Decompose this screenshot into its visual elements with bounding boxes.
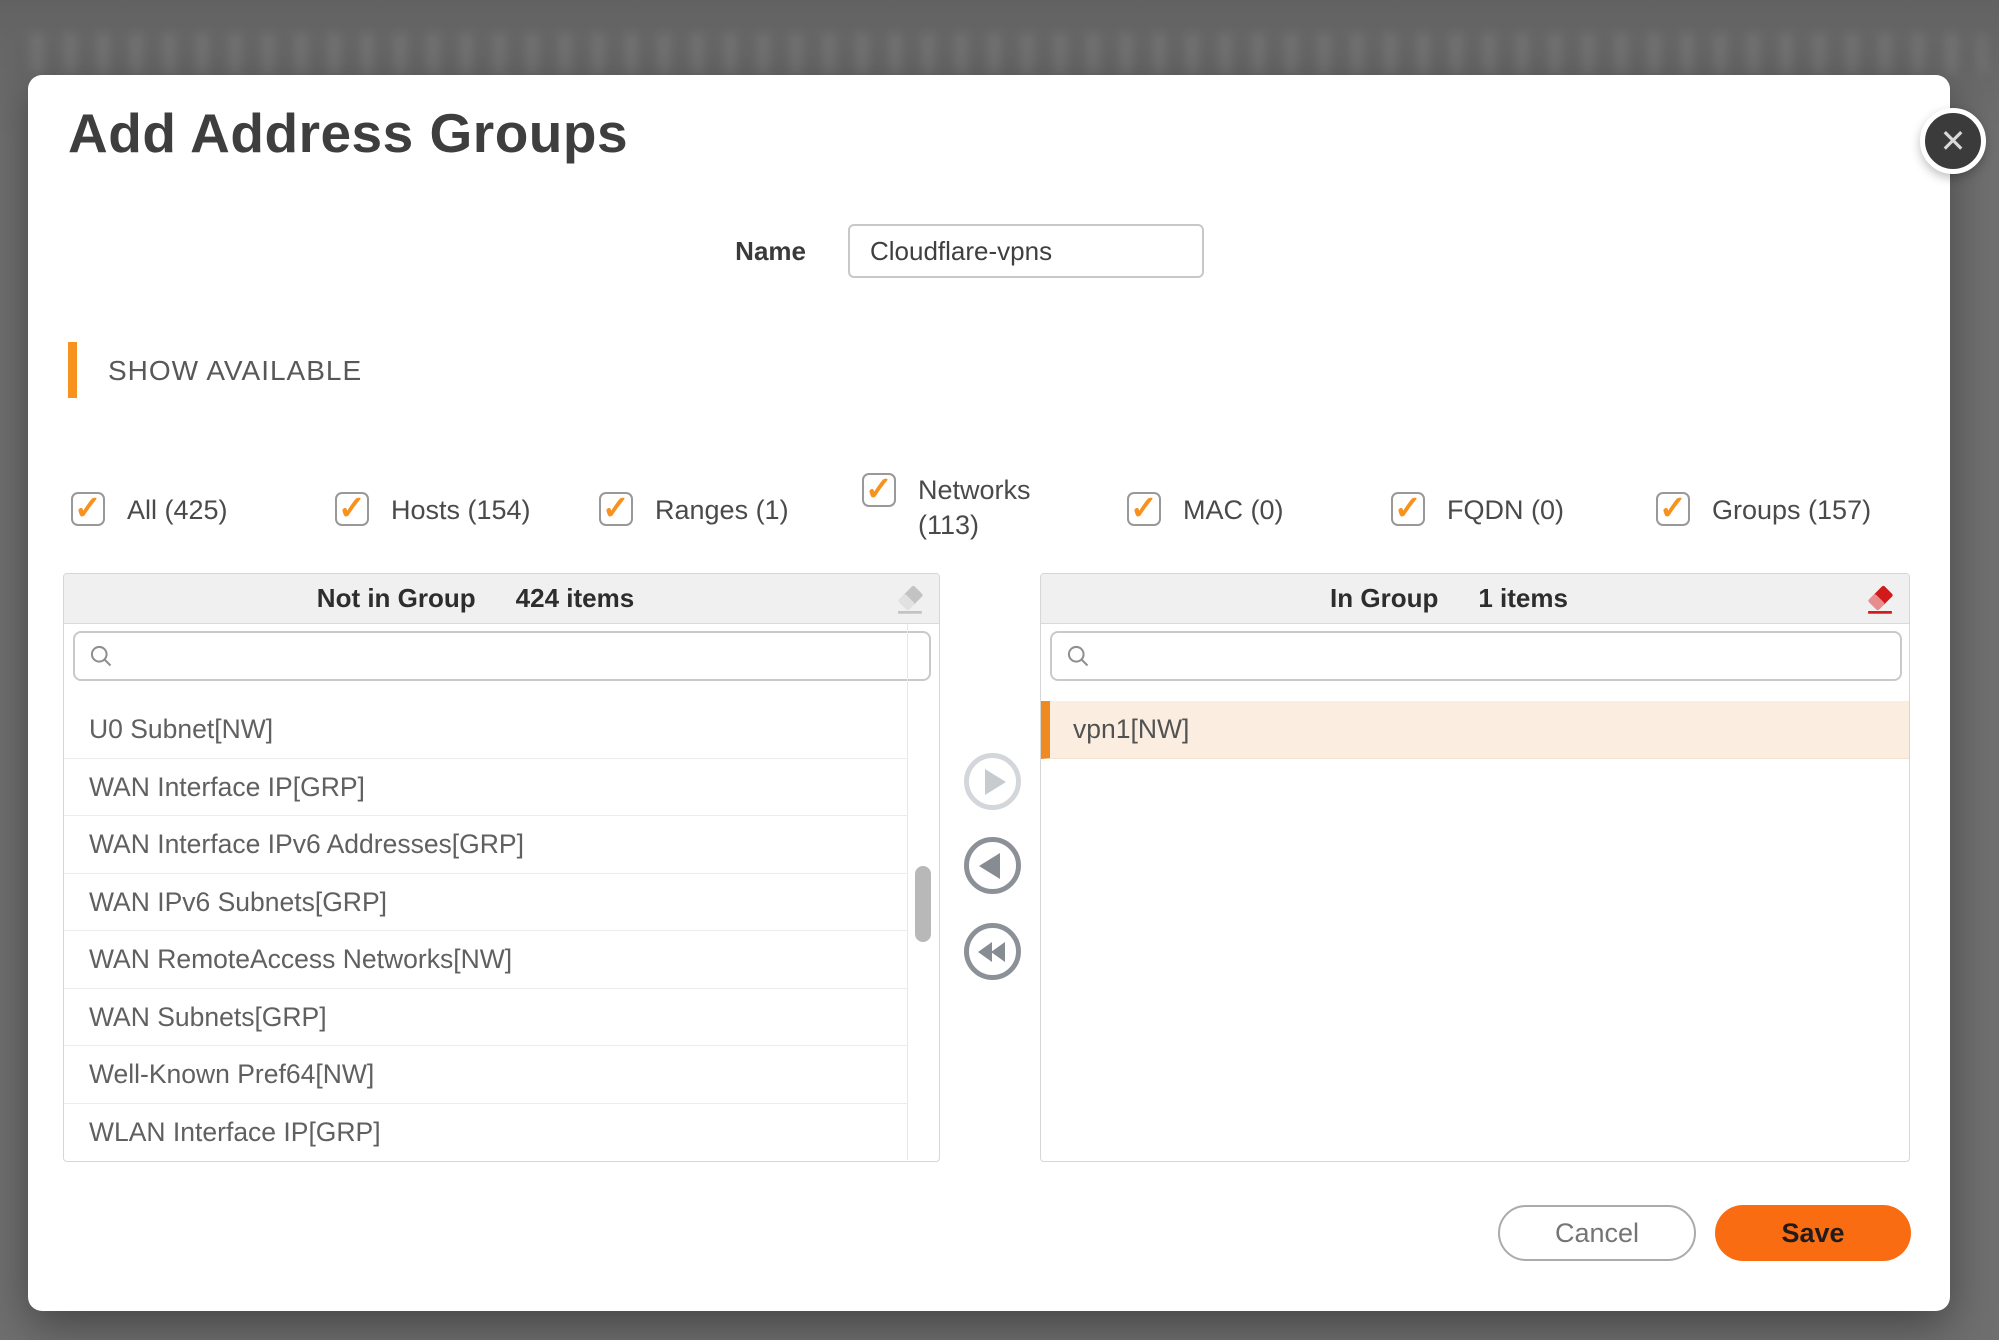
filter-item: ✓ Networks (113) [862,473,1050,543]
eraser-icon [891,580,929,618]
name-label: Name [600,224,806,278]
filter-item: ✓ All (425) [71,492,228,528]
eraser-icon [1861,580,1899,618]
clear-left-selection-button[interactable] [891,580,929,618]
filter-checkbox[interactable]: ✓ [1656,492,1690,526]
filter-checkbox[interactable]: ✓ [71,492,105,526]
name-input[interactable] [848,224,1204,278]
filter-label: All (425) [127,492,228,528]
in-group-header: In Group 1 items [1041,574,1909,624]
section-label: SHOW AVAILABLE [108,355,362,387]
list-item[interactable]: WLAN Interface IP[GRP] [64,1104,907,1161]
double-arrow-left-icon [978,942,1005,962]
filter-checkbox[interactable]: ✓ [1391,492,1425,526]
filter-item: ✓ FQDN (0) [1391,492,1564,528]
filter-label: Ranges (1) [655,492,789,528]
filter-item: ✓ MAC (0) [1127,492,1284,528]
list-item-selected[interactable]: vpn1[NW] [1041,701,1909,759]
panel-title: In Group [1330,583,1438,614]
move-left-button[interactable] [964,837,1021,894]
search-input[interactable] [1092,633,1900,679]
filter-checkbox[interactable]: ✓ [862,473,896,507]
scrollbar-thumb[interactable] [915,866,931,942]
check-icon: ✓ [1130,490,1158,526]
add-address-groups-dialog: ✕ Add Address Groups Name SHOW AVAILABLE… [28,75,1950,1311]
in-group-panel: In Group 1 items vpn1[NW] [1040,573,1910,1162]
list-item[interactable]: U0 Subnet[NW] [64,701,907,759]
clear-right-selection-button[interactable] [1861,580,1899,618]
list-item[interactable]: WAN Interface IP[GRP] [64,759,907,817]
list-item[interactable]: WAN IPv6 Subnets[GRP] [64,874,907,932]
list-item[interactable]: Well-Known Pref64[NW] [64,1046,907,1104]
filter-checkbox[interactable]: ✓ [1127,492,1161,526]
move-right-button[interactable] [964,753,1021,810]
search-input[interactable] [115,633,929,679]
arrow-right-icon [985,769,1006,795]
move-all-left-button[interactable] [964,923,1021,980]
panel-count: 1 items [1478,583,1568,614]
list-item[interactable]: WAN Subnets[GRP] [64,989,907,1047]
filter-label: FQDN (0) [1447,492,1564,528]
check-icon: ✓ [865,471,893,507]
list-item[interactable]: WAN RemoteAccess Networks[NW] [64,931,907,989]
save-button[interactable]: Save [1715,1205,1911,1261]
check-icon: ✓ [602,490,630,526]
cancel-button[interactable]: Cancel [1498,1205,1696,1261]
scrollbar-track[interactable] [907,624,908,1160]
right-search [1050,631,1902,681]
filter-item: ✓ Ranges (1) [599,492,789,528]
in-group-list: vpn1[NW] [1041,701,1909,1160]
filter-label: Groups (157) [1712,492,1871,528]
section-accent-bar [68,342,77,398]
filter-item: ✓ Hosts (154) [335,492,531,528]
filter-checkbox[interactable]: ✓ [599,492,633,526]
check-icon: ✓ [338,490,366,526]
arrow-left-icon [979,853,1000,879]
not-in-group-header: Not in Group 424 items [64,574,939,624]
panel-count: 424 items [516,583,635,614]
filter-label: MAC (0) [1183,492,1284,528]
close-button[interactable]: ✕ [1920,108,1986,174]
list-item[interactable]: WAN Interface IPv6 Addresses[GRP] [64,816,907,874]
not-in-group-list: U0 Subnet[NW]WAN Interface IP[GRP]WAN In… [64,701,907,1160]
panel-title: Not in Group [317,583,476,614]
filter-item: ✓ Groups (157) [1656,492,1871,528]
search-icon [88,643,115,670]
check-icon: ✓ [1394,490,1422,526]
background-texture [14,34,1985,74]
check-icon: ✓ [1659,490,1687,526]
filter-checkbox[interactable]: ✓ [335,492,369,526]
check-icon: ✓ [74,490,102,526]
filter-label: Networks (113) [918,473,1050,543]
left-search [73,631,931,681]
filter-label: Hosts (154) [391,492,531,528]
dialog-title: Add Address Groups [68,101,628,165]
search-icon [1065,643,1092,670]
not-in-group-panel: Not in Group 424 items U0 Subnet[NW]WA [63,573,940,1162]
